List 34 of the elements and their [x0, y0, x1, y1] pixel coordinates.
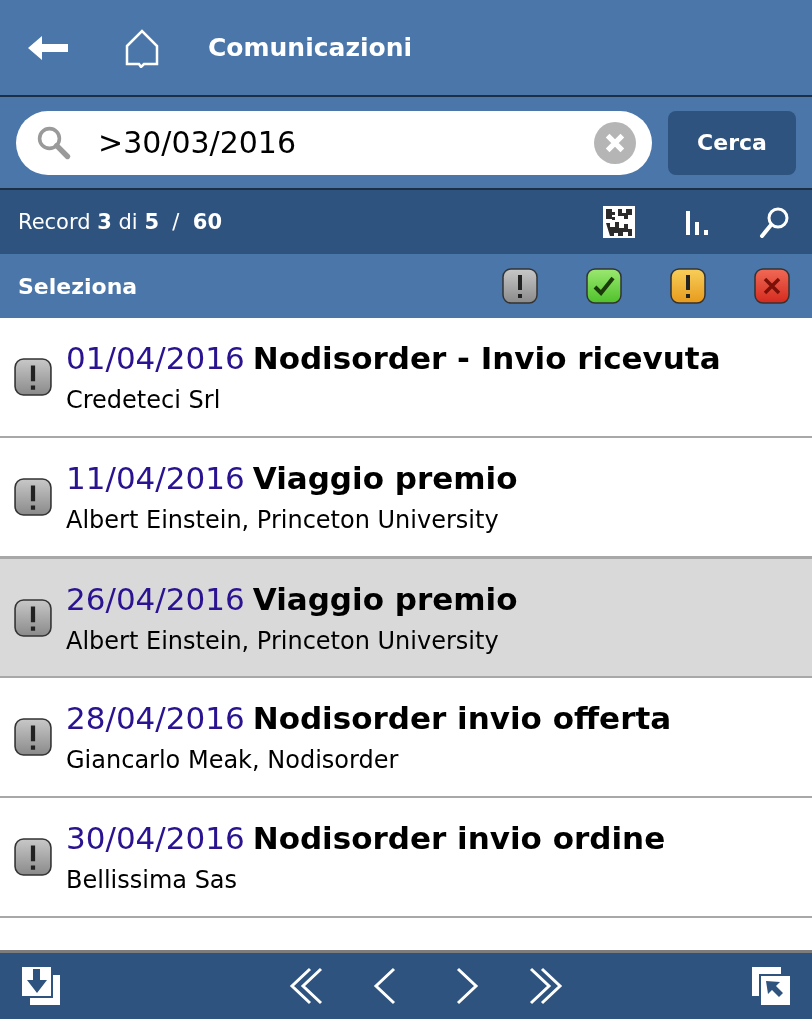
search-field[interactable]: >30/03/2016: [16, 110, 652, 175]
message-title: Nodisorder - Invio ricevuta: [252, 340, 721, 376]
message-title: Nodisorder invio offerta: [252, 700, 672, 736]
search-icon: [36, 124, 72, 161]
message-date: 11/04/2016: [66, 460, 245, 496]
message-row[interactable]: 26/04/2016 Viaggio premio Albert Einstein, Princeton University: [0, 558, 812, 678]
warning-status-icon[interactable]: [670, 268, 706, 304]
message-row[interactable]: 28/04/2016 Nodisorder invio offerta Giancarlo Meak, Nodisorder: [0, 678, 812, 798]
message-title: Viaggio premio: [252, 460, 518, 496]
message-title: Nodisorder invio ordine: [252, 820, 666, 856]
message-sender: Credeteci Srl: [66, 386, 222, 414]
qr-code-icon[interactable]: [602, 205, 636, 239]
message-row[interactable]: 01/04/2016 Nodisorder - Invio ricevuta Credeteci Srl: [0, 318, 812, 438]
search-input[interactable]: >30/03/2016: [96, 124, 570, 161]
error-status-icon[interactable]: [754, 268, 790, 304]
message-sender: Albert Einstein, Princeton University: [66, 626, 500, 655]
message-date: 26/04/2016: [66, 580, 245, 617]
message-row[interactable]: 30/04/2016 Nodisorder invio ordine Bellissima Sas: [0, 798, 812, 918]
message-date: 28/04/2016: [66, 700, 245, 736]
message-date: 30/04/2016: [66, 820, 245, 856]
search-button[interactable]: Cerca: [668, 110, 796, 175]
message-date: 01/04/2016: [66, 340, 245, 376]
message-title: Viaggio premio: [252, 580, 518, 617]
neutral-status-icon[interactable]: [502, 268, 538, 304]
message-sender: Albert Einstein, Princeton University: [66, 506, 500, 534]
message-sender: Giancarlo Meak, Nodisorder: [66, 746, 400, 774]
message-sender: Bellissima Sas: [66, 866, 239, 894]
window-cursor-icon[interactable]: [750, 965, 792, 1007]
record-counter: Record 3 di 5 / 60: [18, 210, 222, 234]
page-title: Comunicazioni: [208, 33, 413, 62]
check-status-icon[interactable]: [586, 268, 622, 304]
select-label: Seleziona: [18, 273, 138, 299]
download-icon[interactable]: [20, 965, 62, 1007]
home-icon[interactable]: [124, 27, 160, 68]
